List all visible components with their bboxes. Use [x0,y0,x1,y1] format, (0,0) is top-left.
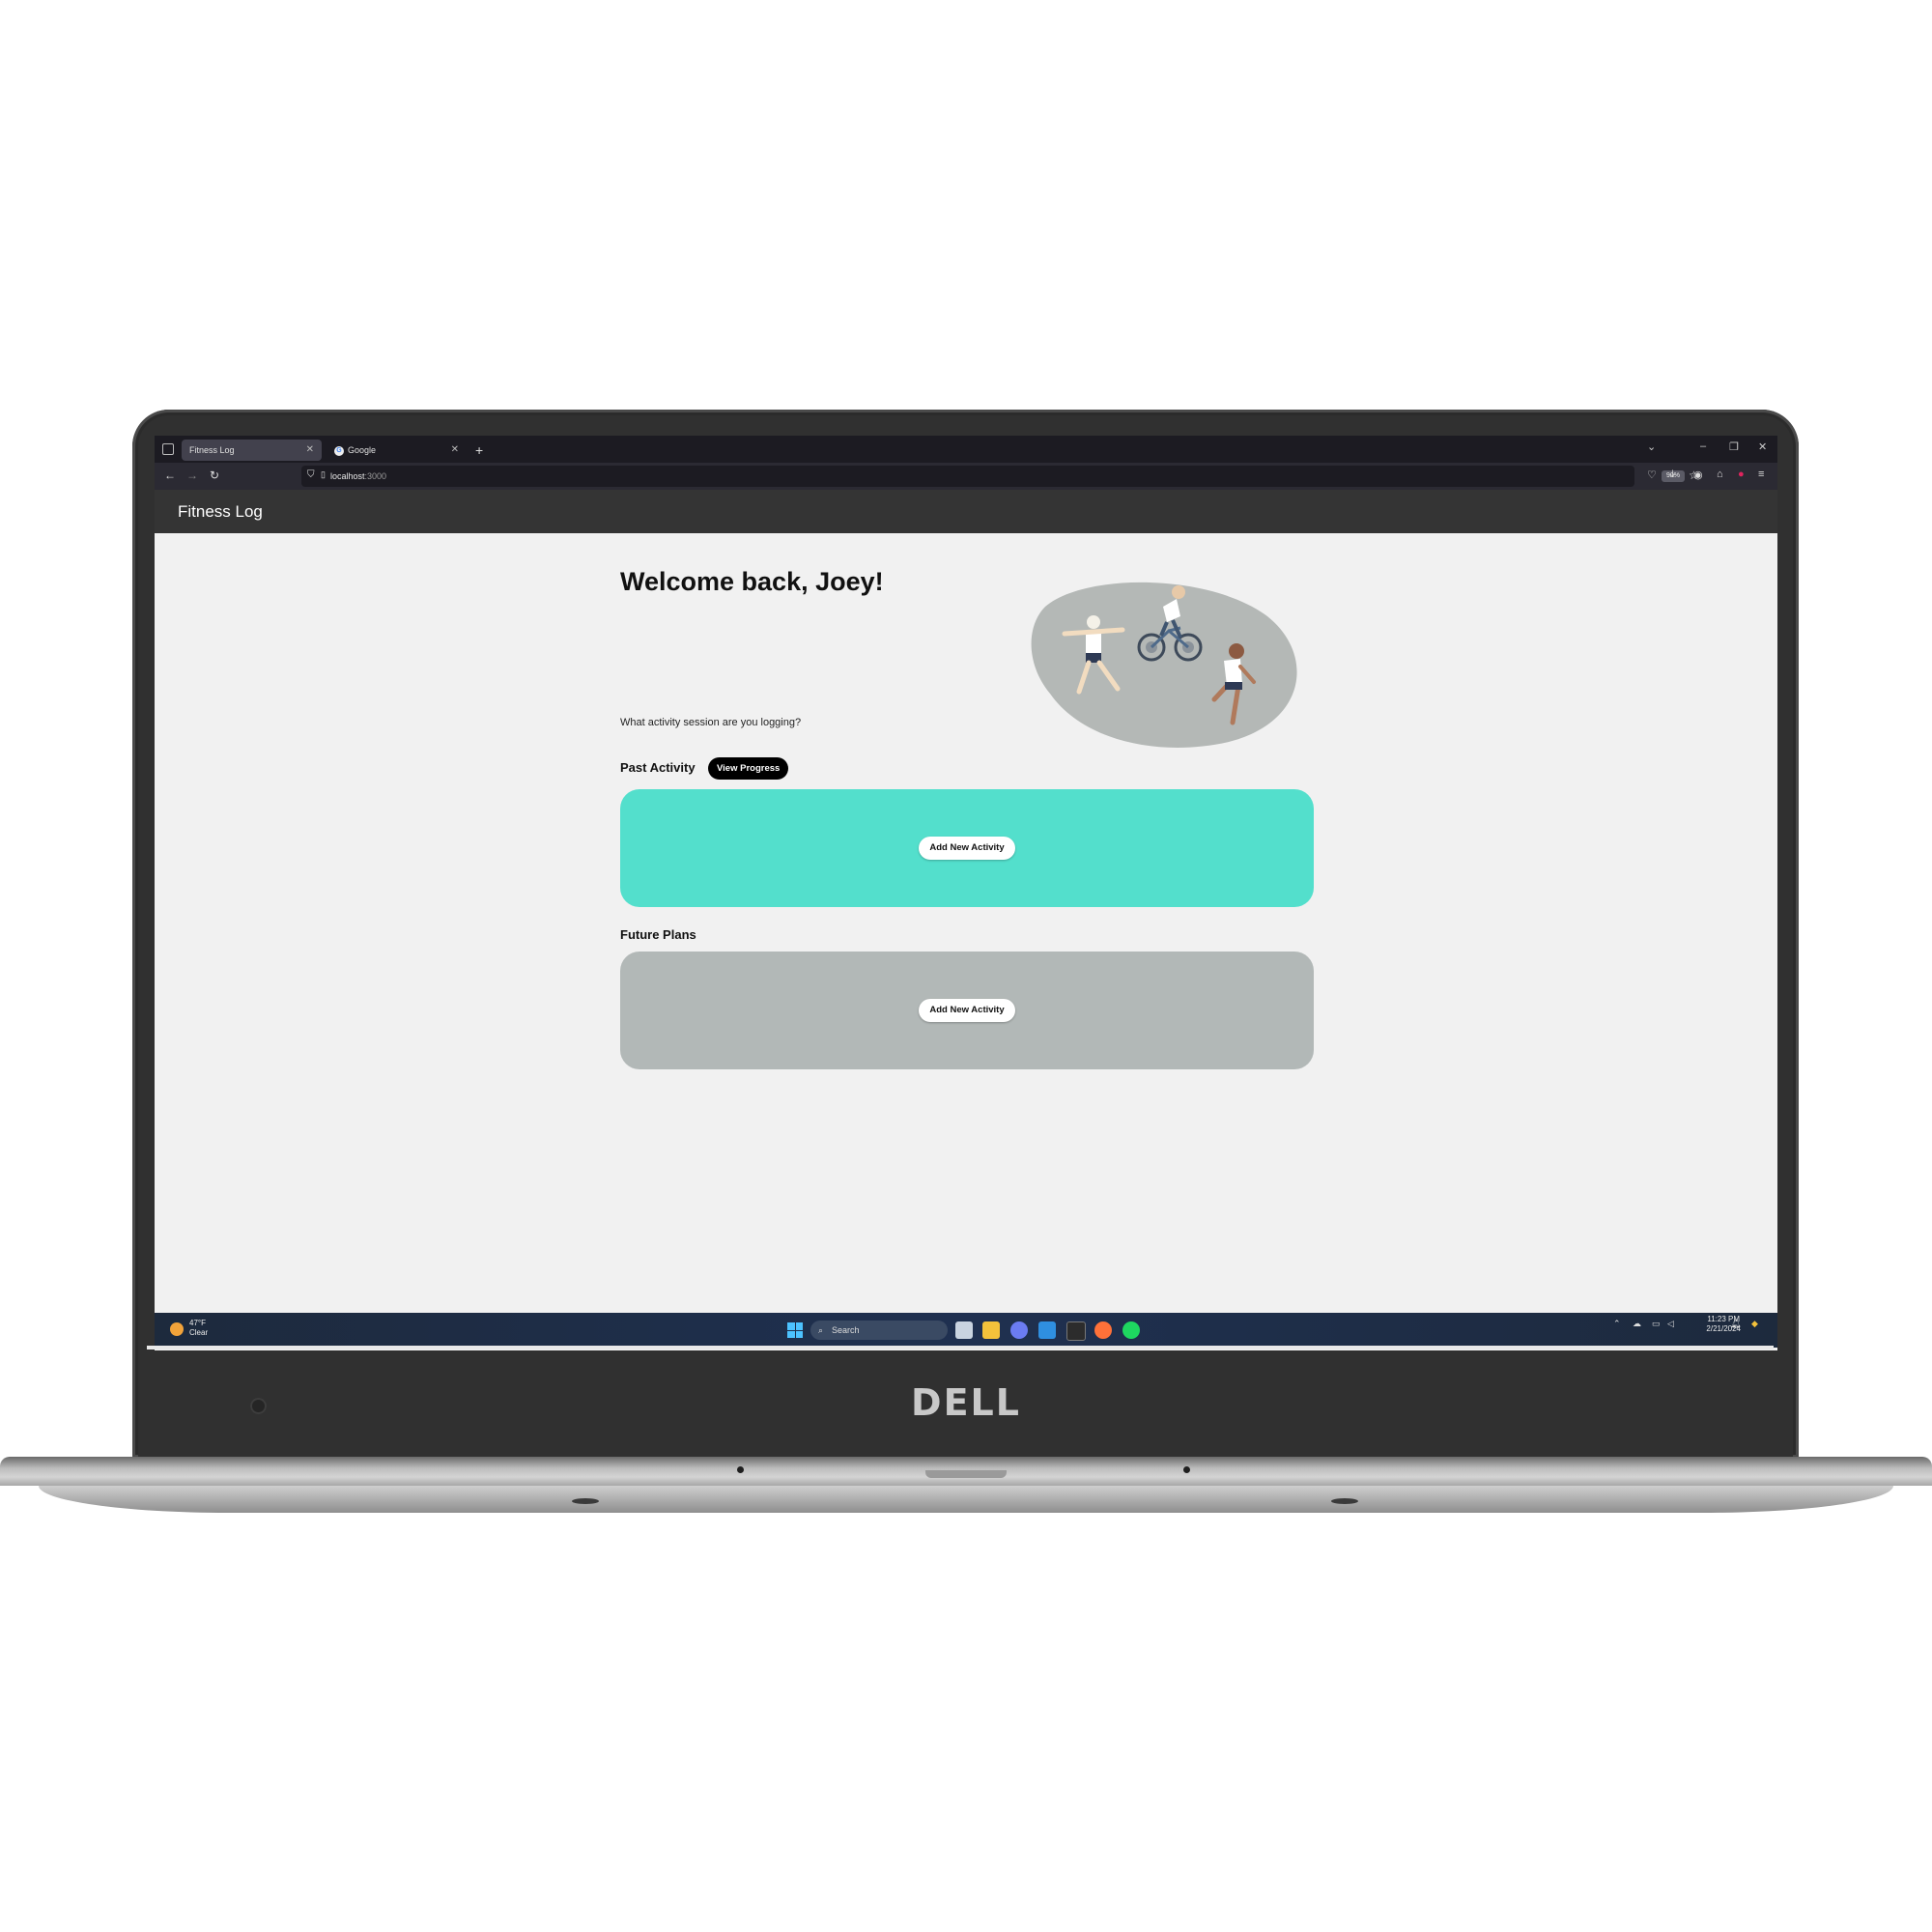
close-tab-icon[interactable]: ✕ [306,440,314,461]
url-text: localhost:3000 [330,471,387,481]
reload-icon[interactable]: ↻ [210,469,219,482]
terminal-icon[interactable] [1066,1321,1086,1341]
close-tab-icon[interactable]: ✕ [451,440,459,461]
discord-icon[interactable] [1010,1321,1028,1339]
address-bar[interactable]: ⛉ ▯ localhost:3000 90% ☆ [301,466,1699,487]
extension-red-icon[interactable]: ● [1738,469,1745,480]
cloud-icon[interactable]: ☁ [1633,1319,1641,1329]
activity-prompt: What activity session are you logging? [620,717,802,728]
webcam [250,1398,267,1414]
tab-google[interactable]: G Google ✕ [327,440,467,461]
tray-overflow-icon[interactable]: ⌃ [1613,1319,1621,1329]
laptop-foot [572,1498,599,1504]
extensions-icon[interactable]: ⌂ [1717,469,1723,480]
download-icon[interactable]: ⤓ [1670,469,1675,481]
shield-icon[interactable]: ⛉ [307,469,315,480]
network-icon[interactable]: ▭ [1652,1319,1661,1329]
taskbar-search[interactable]: ⌕ Search [810,1321,948,1340]
firefox-icon[interactable] [1094,1321,1112,1339]
weather-sun-icon [170,1322,184,1336]
back-icon[interactable]: ← [164,469,176,482]
spotify-icon[interactable] [1122,1321,1140,1339]
search-icon: ⌕ [818,1325,824,1335]
browser-nav-bar: ← → ↻ ⛉ ▯ localhost:3000 90% ☆ ♡ ⤓ ◉ ⌂ ●… [155,463,1777,490]
menu-icon[interactable]: ≡ [1758,469,1764,480]
browser-tab-bar: Fitness Log ✕ G Google ✕ + ⌄ – ❐ ✕ [155,436,1777,463]
restore-icon[interactable]: ❐ [1729,440,1739,453]
pocket-icon[interactable]: ♡ [1647,469,1657,481]
athletes-illustration [1031,582,1297,748]
new-tab-button[interactable]: + [475,440,483,461]
taskbar: 47°F Clear ⌕ Search ⌃ ☁ ▭ ◁ 11:23 PM 2/21/… [155,1313,1777,1348]
vscode-icon[interactable] [1038,1321,1056,1339]
copilot-icon[interactable]: ◆ [1751,1319,1758,1329]
close-window-icon[interactable]: ✕ [1758,440,1767,453]
screen: Fitness Log ✕ G Google ✕ + ⌄ – ❐ ✕ ← → ↻ … [155,436,1777,1350]
tab-list-icon[interactable] [162,443,174,455]
tab-fitness-log[interactable]: Fitness Log ✕ [182,440,322,461]
forward-icon[interactable]: → [186,469,198,482]
future-plans-card: Add New Activity [620,952,1314,1069]
google-icon: G [334,445,344,456]
add-past-activity-button[interactable]: Add New Activity [919,837,1015,860]
app-title[interactable]: Fitness Log [178,490,263,533]
minimize-icon[interactable]: – [1700,440,1706,452]
past-activity-heading: Past Activity [620,760,696,775]
volume-icon[interactable]: ◁ [1667,1319,1674,1329]
screen-bottom-edge [147,1346,1774,1350]
page-icon: ▯ [321,469,326,479]
welcome-heading: Welcome back, Joey! [620,567,884,596]
file-explorer-icon[interactable] [982,1321,1000,1339]
past-activity-card: Add New Activity [620,789,1314,907]
dell-logo: DELL [911,1381,1021,1424]
future-plans-heading: Future Plans [620,927,696,942]
task-view-icon[interactable] [955,1321,973,1339]
view-progress-button[interactable]: View Progress [708,757,789,780]
app-header: Fitness Log [155,490,1777,533]
windows-start-icon[interactable] [787,1322,803,1338]
laptop-foot [1331,1498,1358,1504]
tab-overflow-icon[interactable]: ⌄ [1647,440,1656,453]
notification-bell-icon[interactable]: 🔔︎ [1730,1319,1741,1329]
account-icon[interactable]: ◉ [1693,469,1703,481]
add-future-activity-button[interactable]: Add New Activity [919,999,1015,1022]
